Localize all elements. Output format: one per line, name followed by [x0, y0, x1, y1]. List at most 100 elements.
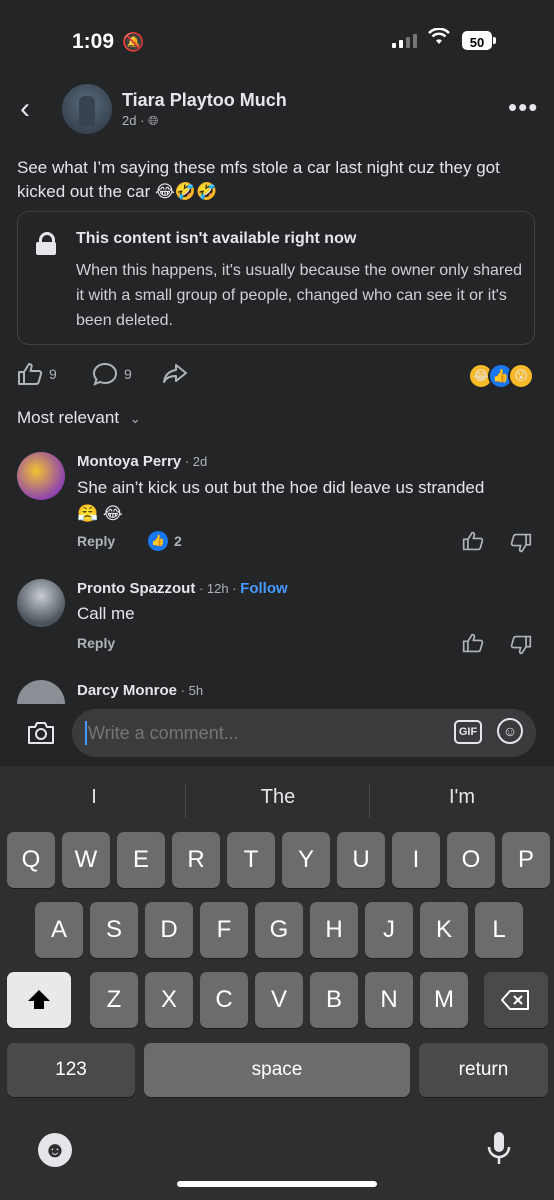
author-name[interactable]: Tiara Playtoo Much [122, 90, 287, 111]
key-letter[interactable]: U [337, 832, 385, 888]
key-letter[interactable]: V [255, 972, 303, 1028]
key-letter[interactable]: Q [7, 832, 55, 888]
like-button[interactable]: 9 [17, 362, 57, 386]
comment-dislike-icon[interactable] [510, 532, 532, 559]
key-letter[interactable]: J [365, 902, 413, 958]
return-key[interactable]: return [419, 1043, 548, 1097]
comment-text: Call me [77, 604, 135, 623]
key-letter[interactable]: G [255, 902, 303, 958]
key-letter[interactable]: B [310, 972, 358, 1028]
comment-time: 5h [188, 683, 204, 698]
suggestion-2[interactable]: The [186, 786, 370, 809]
reply-button[interactable]: Reply [77, 533, 115, 549]
comment-emoji: 😤 😂 [77, 504, 123, 523]
key-letter[interactable]: W [62, 832, 110, 888]
key-letter[interactable]: P [502, 832, 550, 888]
comment-dislike-icon[interactable] [510, 634, 532, 661]
key-letter[interactable]: N [365, 972, 413, 1028]
comment-reaction-count: 2 [174, 533, 182, 549]
key-letter[interactable]: F [200, 902, 248, 958]
post-meta: 2d · 🌐︎ [122, 113, 159, 128]
key-letter[interactable]: I [392, 832, 440, 888]
post-body: See what I’m saying these mfs stole a ca… [17, 158, 500, 201]
commenter-avatar[interactable] [17, 579, 65, 627]
key-letter[interactable]: M [420, 972, 468, 1028]
backspace-key[interactable] [484, 972, 548, 1028]
key-letter[interactable]: K [420, 902, 468, 958]
reply-button[interactable]: Reply [77, 635, 115, 651]
comment-author-name[interactable]: Darcy Monroe [77, 682, 177, 699]
key-letter[interactable]: S [90, 902, 138, 958]
like-badge-icon: 👍 [148, 531, 168, 551]
shift-key[interactable] [7, 972, 71, 1028]
key-letter[interactable]: C [200, 972, 248, 1028]
comment-like-icon[interactable] [462, 530, 484, 557]
cellular-signal-icon [392, 34, 417, 48]
comment-button[interactable]: 9 [92, 362, 132, 386]
key-letter[interactable]: O [447, 832, 495, 888]
comment-author-name[interactable]: Montoya Perry [77, 453, 181, 470]
silent-bell-icon: 🔕 [122, 32, 145, 52]
shift-arrow-icon [28, 990, 50, 1009]
comment-count: 9 [124, 366, 132, 382]
comment-sort-dropdown[interactable]: Most relevant ⌄ [17, 408, 141, 428]
camera-icon[interactable] [26, 720, 56, 751]
key-letter[interactable]: D [145, 902, 193, 958]
follow-link[interactable]: Follow [240, 580, 288, 597]
post-emoji: 😂🤣🤣 [154, 182, 218, 201]
home-indicator [177, 1181, 377, 1187]
wifi-icon [428, 27, 450, 52]
key-letter[interactable]: R [172, 832, 220, 888]
key-letter[interactable]: T [227, 832, 275, 888]
gif-button[interactable]: GIF [454, 720, 482, 744]
sort-label: Most relevant [17, 408, 120, 427]
post-age: 2d [122, 113, 137, 128]
commenter-avatar[interactable] [17, 452, 65, 500]
key-letter[interactable]: H [310, 902, 358, 958]
space-key[interactable]: space [144, 1043, 410, 1097]
author-avatar[interactable] [62, 84, 112, 134]
comment-time: 12h [206, 581, 229, 596]
suggestion-1[interactable]: I [2, 786, 186, 809]
numbers-key[interactable]: 123 [7, 1043, 135, 1097]
emoji-keyboard-icon[interactable]: ☻ [38, 1133, 72, 1167]
key-letter[interactable]: E [117, 832, 165, 888]
microphone-icon[interactable] [486, 1130, 512, 1173]
key-letter[interactable]: X [145, 972, 193, 1028]
comment-author[interactable]: Montoya Perry · 2d [77, 453, 207, 470]
unavailable-body: When this happens, it's usually because … [76, 262, 522, 329]
comment-body: She ain’t kick us out but the hoe did le… [77, 478, 485, 497]
comment-like-icon[interactable] [462, 632, 484, 659]
key-letter[interactable]: Z [90, 972, 138, 1028]
wow-reaction-icon: 😮 [508, 363, 534, 389]
share-arrow-icon [163, 364, 187, 383]
lock-icon [36, 232, 56, 255]
unavailable-title: This content isn't available right now [76, 230, 357, 247]
back-icon[interactable]: ‹ [20, 92, 30, 126]
key-letter[interactable]: A [35, 902, 83, 958]
more-options-icon[interactable]: ••• [508, 92, 538, 123]
key-letter[interactable]: Y [282, 832, 330, 888]
commenter-avatar[interactable] [17, 680, 65, 704]
battery-tip [493, 37, 496, 44]
share-button[interactable] [162, 362, 188, 386]
battery-icon: 50 [462, 31, 492, 50]
emoji-smile-icon[interactable]: ☺ [497, 718, 523, 744]
chevron-down-icon: ⌄ [129, 411, 141, 426]
comment-author[interactable]: Darcy Monroe · 5h [77, 682, 203, 699]
like-count: 9 [49, 366, 57, 382]
suggestion-3[interactable]: I'm [370, 786, 554, 809]
comment-bubble-icon [92, 362, 118, 386]
backspace-icon [501, 990, 529, 1010]
status-time: 1:09 [72, 30, 115, 53]
post-text: See what I’m saying these mfs stole a ca… [17, 156, 542, 204]
globe-icon: 🌐︎ [148, 113, 159, 128]
comment-author[interactable]: Pronto Spazzout · 12h · Follow [77, 580, 288, 597]
comment-author-name[interactable]: Pronto Spazzout [77, 580, 195, 597]
comment-text: She ain’t kick us out but the hoe did le… [77, 475, 507, 527]
key-letter[interactable]: L [475, 902, 523, 958]
comment-reactions[interactable]: 👍 2 [148, 531, 182, 551]
comment-time: 2d [192, 454, 208, 469]
reaction-summary[interactable]: 😂 👍 😮 [468, 363, 534, 389]
text-caret [85, 721, 87, 745]
